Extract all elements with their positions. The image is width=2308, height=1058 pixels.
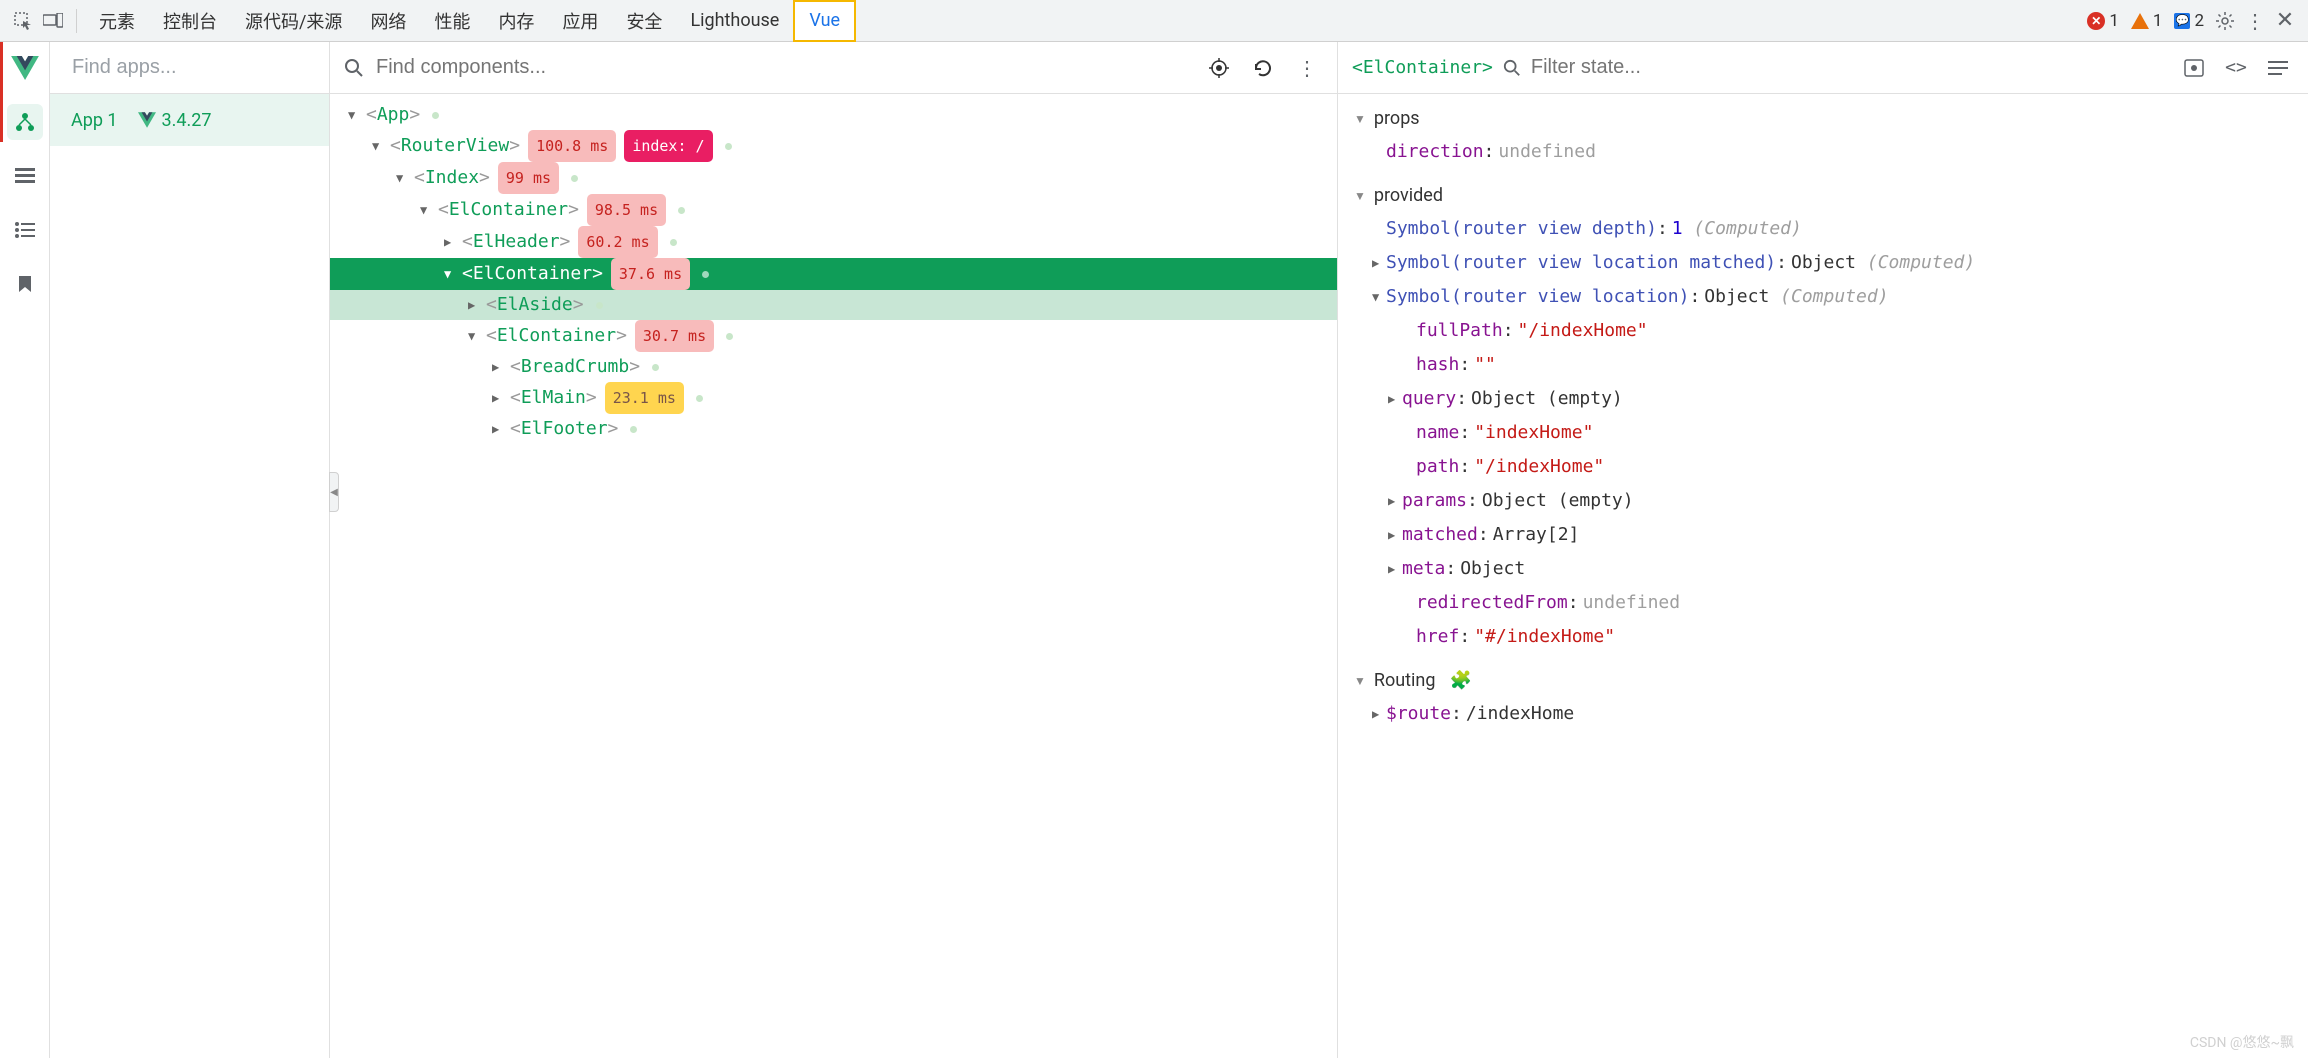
device-icon[interactable] xyxy=(38,6,68,36)
search-icon xyxy=(344,58,364,78)
scroll-into-view-icon[interactable] xyxy=(2178,52,2210,84)
watermark: CSDN @悠悠~飘 xyxy=(2190,1032,2294,1052)
tab-performance[interactable]: 性能 xyxy=(420,0,484,42)
route-badge: index: / xyxy=(624,130,712,162)
tab-sources[interactable]: 源代码/来源 xyxy=(231,0,356,42)
app-name: App 1 xyxy=(71,110,118,131)
tab-application[interactable]: 应用 xyxy=(548,0,612,42)
inspect-dom-icon[interactable]: <> xyxy=(2220,52,2252,84)
section-routing[interactable]: ▼Routing🧩 xyxy=(1338,664,2308,697)
more-icon[interactable]: ⋮ xyxy=(1291,52,1323,84)
vue-small-icon xyxy=(138,112,156,128)
refresh-icon[interactable] xyxy=(1247,52,1279,84)
state-row[interactable]: ▶matched: Array[2] xyxy=(1338,518,2308,552)
left-rail xyxy=(0,42,50,1058)
devtools-tab-bar: 元素 控制台 源代码/来源 网络 性能 内存 应用 安全 Lighthouse … xyxy=(0,0,2308,42)
state-column: <ElContainer> <> ▼props direction: undef… xyxy=(1338,42,2308,1058)
info-count-value: 2 xyxy=(2194,11,2204,31)
tree-node-elcontainer1[interactable]: ▼<ElContainer>98.5 ms xyxy=(330,194,1337,226)
inspect-icon[interactable] xyxy=(8,6,38,36)
section-provided[interactable]: ▼provided xyxy=(1338,179,2308,212)
state-row[interactable]: fullPath: "/indexHome" xyxy=(1338,314,2308,348)
component-tree: ▼<App> ▼<RouterView>100.8 msindex: / ▼<I… xyxy=(330,94,1337,1058)
selected-component-name: <ElContainer> xyxy=(1352,57,1493,78)
main-area: App 1 3.4.27 ⋮ ▼<App> ▼<RouterView>100.8… xyxy=(0,42,2308,1058)
perf-badge: 99 ms xyxy=(498,162,559,194)
collapse-handle[interactable]: ◀ xyxy=(329,472,339,512)
state-row[interactable]: name: "indexHome" xyxy=(1338,416,2308,450)
perf-badge: 30.7 ms xyxy=(635,320,714,352)
app-version: 3.4.27 xyxy=(138,110,212,131)
vue-logo[interactable] xyxy=(7,50,43,86)
divider xyxy=(76,9,77,33)
state-row[interactable]: ▶params: Object (empty) xyxy=(1338,484,2308,518)
state-header: <ElContainer> <> xyxy=(1338,42,2308,94)
apps-search-input[interactable] xyxy=(72,56,337,79)
state-row[interactable]: href: "#/indexHome" xyxy=(1338,620,2308,654)
vue-version-text: 3.4.27 xyxy=(162,110,212,131)
rail-timeline-icon[interactable] xyxy=(7,158,43,194)
warning-icon xyxy=(2131,13,2149,29)
tree-node-index[interactable]: ▼<Index>99 ms xyxy=(330,162,1337,194)
tab-console[interactable]: 控制台 xyxy=(149,0,231,42)
perf-badge: 60.2 ms xyxy=(578,226,657,258)
tree-node-elcontainer2[interactable]: ▼<ElContainer>37.6 ms xyxy=(330,258,1337,290)
tree-node-breadcrumb[interactable]: ▶<BreadCrumb> xyxy=(330,352,1337,382)
more-icon[interactable]: ⋮ xyxy=(2240,6,2270,36)
settings-icon[interactable] xyxy=(2210,6,2240,36)
warning-count-value: 1 xyxy=(2153,11,2163,31)
info-icon: 💬 xyxy=(2174,13,2190,29)
perf-badge: 23.1 ms xyxy=(605,382,684,414)
state-row[interactable]: Symbol(router view depth): 1 (Computed) xyxy=(1338,212,2308,246)
state-row[interactable]: direction: undefined xyxy=(1338,135,2308,169)
tab-vue[interactable]: Vue xyxy=(793,0,856,42)
state-row[interactable]: ▶meta: Object xyxy=(1338,552,2308,586)
state-row[interactable]: hash: "" xyxy=(1338,348,2308,382)
close-icon[interactable]: ✕ xyxy=(2270,6,2300,36)
tree-node-elmain[interactable]: ▶<ElMain>23.1 ms xyxy=(330,382,1337,414)
tree-node-elheader[interactable]: ▶<ElHeader>60.2 ms xyxy=(330,226,1337,258)
state-body: ▼props direction: undefined ▼provided Sy… xyxy=(1338,94,2308,1058)
menu-icon[interactable] xyxy=(2262,52,2294,84)
tab-lighthouse[interactable]: Lighthouse xyxy=(676,0,793,42)
error-count[interactable]: ✕ 1 xyxy=(2087,11,2119,31)
state-row[interactable]: ▶$route: /indexHome xyxy=(1338,697,2308,731)
warning-count[interactable]: 1 xyxy=(2131,11,2163,31)
rail-bookmark-icon[interactable] xyxy=(7,266,43,302)
search-icon xyxy=(1503,59,1521,77)
components-search: ⋮ xyxy=(330,42,1337,94)
perf-badge: 98.5 ms xyxy=(587,194,666,226)
state-row[interactable]: ▼Symbol(router view location): Object (C… xyxy=(1338,280,2308,314)
components-column: ⋮ ▼<App> ▼<RouterView>100.8 msindex: / ▼… xyxy=(330,42,1338,1058)
error-count-value: 1 xyxy=(2109,11,2119,31)
state-row[interactable]: redirectedFrom: undefined xyxy=(1338,586,2308,620)
tree-node-elfooter[interactable]: ▶<ElFooter> xyxy=(330,414,1337,444)
tab-memory[interactable]: 内存 xyxy=(484,0,548,42)
tree-node-app[interactable]: ▼<App> xyxy=(330,100,1337,130)
state-row[interactable]: ▶Symbol(router view location matched): O… xyxy=(1338,246,2308,280)
tab-elements[interactable]: 元素 xyxy=(85,0,149,42)
state-row[interactable]: ▶query: Object (empty) xyxy=(1338,382,2308,416)
error-icon: ✕ xyxy=(2087,12,2105,30)
tab-security[interactable]: 安全 xyxy=(612,0,676,42)
components-search-input[interactable] xyxy=(376,56,1191,79)
target-icon[interactable] xyxy=(1203,52,1235,84)
perf-badge: 37.6 ms xyxy=(611,258,690,290)
rail-components-icon[interactable] xyxy=(7,104,43,140)
tree-node-elcontainer3[interactable]: ▼<ElContainer>30.7 ms xyxy=(330,320,1337,352)
puzzle-icon: 🧩 xyxy=(1449,670,1471,691)
tree-node-elaside[interactable]: ▶<ElAside> xyxy=(330,290,1337,320)
tree-node-routerview[interactable]: ▼<RouterView>100.8 msindex: / xyxy=(330,130,1337,162)
apps-search xyxy=(50,42,329,94)
filter-state-input[interactable] xyxy=(1531,56,2168,79)
apps-column: App 1 3.4.27 xyxy=(50,42,330,1058)
info-count[interactable]: 💬 2 xyxy=(2174,11,2204,31)
perf-badge: 100.8 ms xyxy=(528,130,616,162)
section-props[interactable]: ▼props xyxy=(1338,102,2308,135)
state-row[interactable]: path: "/indexHome" xyxy=(1338,450,2308,484)
rail-list-icon[interactable] xyxy=(7,212,43,248)
app-item[interactable]: App 1 3.4.27 xyxy=(50,94,329,146)
tab-network[interactable]: 网络 xyxy=(356,0,420,42)
